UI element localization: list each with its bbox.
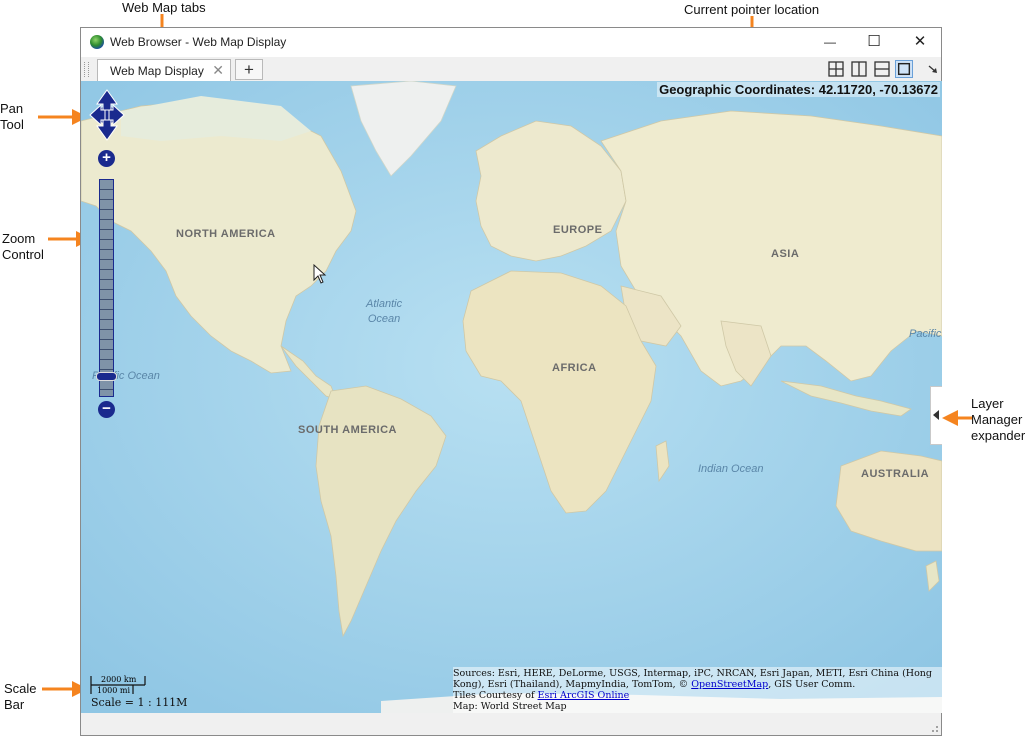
scale-km-label: 2000 km xyxy=(101,675,137,684)
callout-pan-tool: Pan Tool xyxy=(0,101,24,133)
toolbar-grip-icon xyxy=(84,62,89,77)
attribution-map: Map: World Street Map xyxy=(453,701,567,712)
scale-ratio: Scale = 1 : 111M xyxy=(91,696,188,709)
add-tab-button[interactable]: + xyxy=(235,59,263,80)
web-map[interactable]: NORTH AMERICA EUROPE ASIA AFRICA SOUTH A… xyxy=(81,81,942,713)
callout-pan-line1: Pan xyxy=(0,101,24,116)
scale-mi-label: 1000 mi xyxy=(97,686,131,695)
zoom-slider-handle[interactable] xyxy=(96,372,117,381)
osm-link[interactable]: OpenStreetMap xyxy=(691,679,768,690)
label-atlantic-line2: Ocean xyxy=(367,313,401,325)
layout-single-icon[interactable] xyxy=(895,60,913,78)
callout-scale-line2: Bar xyxy=(4,697,25,712)
label-indian-ocean: Indian Ocean xyxy=(698,463,764,475)
label-pacific-ocean-right: Pacific xyxy=(909,328,942,340)
pointer-coordinates: Geographic Coordinates: 42.11720, -70.13… xyxy=(657,82,940,97)
label-atlantic-line1: Atlantic xyxy=(366,298,403,310)
status-bar xyxy=(81,713,941,735)
undock-arrow-icon[interactable] xyxy=(924,60,942,78)
zoom-in-button[interactable]: + xyxy=(98,150,115,167)
callout-layer-manager: Layer Manager expander xyxy=(971,396,1025,444)
label-north-america: NORTH AMERICA xyxy=(176,228,276,240)
tab-bar: Web Map Display ✕ + xyxy=(81,57,941,82)
layer-manager-expander[interactable] xyxy=(930,386,942,445)
label-south-america: SOUTH AMERICA xyxy=(298,424,397,436)
layout-grid-2x2-icon[interactable] xyxy=(827,60,845,78)
browser-window: Web Browser - Web Map Display — ☐ ✕ Web … xyxy=(80,27,942,736)
callout-zoom-line2: Control xyxy=(2,247,44,262)
window-title: Web Browser - Web Map Display xyxy=(110,35,287,49)
maximize-button[interactable]: ☐ xyxy=(854,31,894,53)
attribution-tiles-prefix: Tiles Courtesy of xyxy=(453,690,535,701)
attribution-sources-end: , GIS User Comm. xyxy=(768,679,856,690)
tab-close-icon[interactable]: ✕ xyxy=(212,62,224,79)
pan-arrows-icon[interactable] xyxy=(89,88,125,142)
tab-label: Web Map Display xyxy=(110,64,204,78)
callout-zoom-control: Zoom Control xyxy=(2,231,44,263)
callout-scale-bar: Scale Bar xyxy=(4,681,37,713)
layout-split-vertical-icon[interactable] xyxy=(850,60,868,78)
mouse-pointer-icon xyxy=(313,264,327,284)
label-africa: AFRICA xyxy=(552,362,597,374)
zoom-slider-track[interactable] xyxy=(99,179,114,397)
esri-arcgis-link[interactable]: Esri ArcGIS Online xyxy=(538,690,630,701)
arrow-to-layer-manager xyxy=(942,410,972,426)
map-attribution: Sources: Esri, HERE, DeLorme, USGS, Inte… xyxy=(453,667,942,713)
layout-split-horizontal-icon[interactable] xyxy=(873,60,891,78)
callout-zoom-line1: Zoom xyxy=(2,231,36,246)
resize-grip-icon[interactable] xyxy=(929,723,939,733)
world-basemap xyxy=(81,81,942,713)
caret-left-icon xyxy=(933,410,939,420)
callout-scale-line1: Scale xyxy=(4,681,37,696)
close-button[interactable]: ✕ xyxy=(900,31,940,53)
callout-pan-line2: Tool xyxy=(0,117,24,132)
label-asia: ASIA xyxy=(771,248,800,260)
label-europe: EUROPE xyxy=(553,224,603,236)
minimize-button[interactable]: — xyxy=(810,31,850,53)
label-atlantic-ocean: Atlantic Ocean xyxy=(366,297,402,327)
title-bar: Web Browser - Web Map Display — ☐ ✕ xyxy=(81,28,941,57)
callout-layer-line3: expander xyxy=(971,428,1026,443)
tab-web-map-display[interactable]: Web Map Display ✕ xyxy=(97,59,231,81)
callout-layer-line1: Layer xyxy=(971,396,1004,411)
label-australia: AUSTRALIA xyxy=(861,468,930,480)
globe-icon xyxy=(90,35,104,49)
zoom-out-button[interactable]: − xyxy=(98,401,115,418)
callout-layer-line2: Manager xyxy=(971,412,1023,427)
